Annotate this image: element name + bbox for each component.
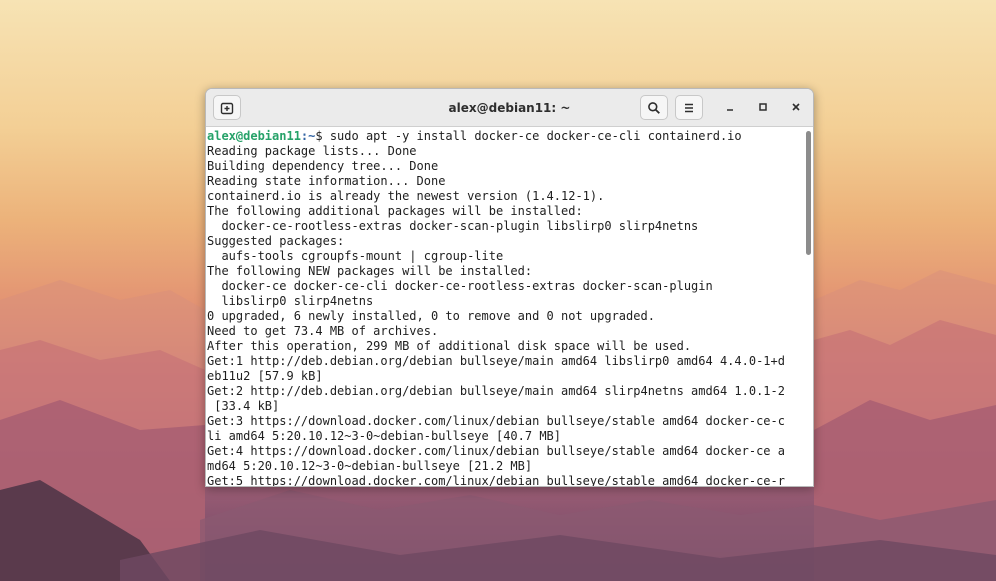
prompt-path: :~ [300,129,316,143]
minimize-button[interactable] [719,96,741,118]
new-tab-icon [220,102,234,114]
prompt-symbol: $ [315,129,330,143]
terminal-scrollbar[interactable] [803,127,813,486]
terminal-line: Reading state information... Done [207,174,446,188]
terminal-line: Get:3 https://download.docker.com/linux/… [207,414,785,428]
terminal-line: Get:5 https://download.docker.com/linux/… [207,474,785,486]
terminal-line: eb11u2 [57.9 kB] [207,369,323,383]
maximize-icon [759,103,767,111]
menu-button[interactable] [675,95,703,120]
new-tab-button[interactable] [213,95,241,120]
maximize-button[interactable] [752,96,774,118]
terminal-line: 0 upgraded, 6 newly installed, 0 to remo… [207,309,655,323]
search-button[interactable] [640,95,668,120]
terminal-window: alex@debian11: ~ alex@debian11:~$ sudo a… [205,88,814,487]
terminal-line: Get:1 http://deb.debian.org/debian bulls… [207,354,785,368]
terminal-line: docker-ce-rootless-extras docker-scan-pl… [207,219,699,233]
terminal-line: After this operation, 299 MB of addition… [207,339,692,353]
close-button[interactable] [785,96,807,118]
terminal-line: Building dependency tree... Done [207,159,439,173]
terminal-command: sudo apt -y install docker-ce docker-ce-… [329,129,742,143]
hamburger-menu-icon [685,103,693,112]
terminal-output[interactable]: alex@debian11:~$ sudo apt -y install doc… [206,127,803,486]
scrollbar-thumb[interactable] [806,131,811,255]
minimize-icon [727,109,733,111]
terminal-line: docker-ce docker-ce-cli docker-ce-rootle… [207,279,713,293]
prompt-user: alex@debian11 [207,129,301,143]
terminal-line: The following additional packages will b… [207,204,583,218]
terminal-line: Get:2 http://deb.debian.org/debian bulls… [207,384,785,398]
search-icon [648,101,660,114]
terminal-line: md64 5:20.10.12~3-0~debian-bullseye [21.… [207,459,533,473]
terminal-line: Get:4 https://download.docker.com/linux/… [207,444,785,458]
terminal-line: Reading package lists... Done [207,144,417,158]
terminal-line: Need to get 73.4 MB of archives. [207,324,439,338]
close-icon [792,103,800,111]
terminal-line: li amd64 5:20.10.12~3-0~debian-bullseye … [207,429,562,443]
terminal-line: containerd.io is already the newest vers… [207,189,605,203]
terminal-line: aufs-tools cgroupfs-mount | cgroup-lite [207,249,504,263]
terminal-line: The following NEW packages will be insta… [207,264,533,278]
terminal-line: [33.4 kB] [207,399,280,413]
window-titlebar[interactable]: alex@debian11: ~ [206,89,813,127]
terminal-line: libslirp0 slirp4netns [207,294,374,308]
terminal-prompt-line: alex@debian11:~$ sudo apt -y install doc… [207,129,803,144]
terminal-line: Suggested packages: [207,234,345,248]
